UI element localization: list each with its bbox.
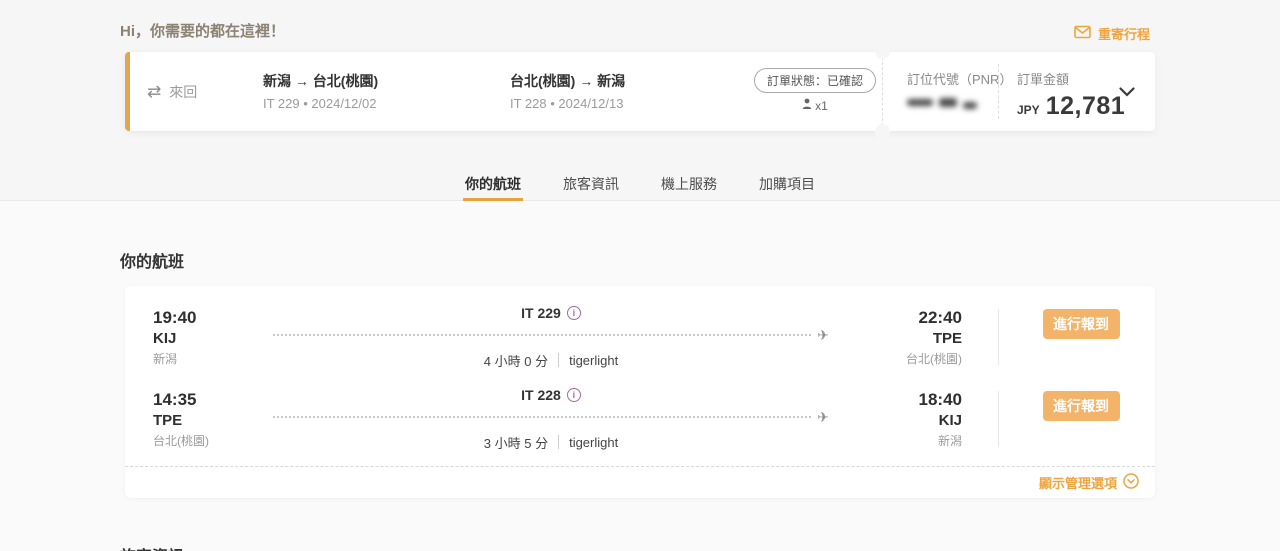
info-icon[interactable]: i: [567, 388, 581, 402]
tab-onboard-services[interactable]: 機上服務: [659, 168, 719, 201]
trip-type-label: 來回: [169, 82, 197, 102]
tab-addons[interactable]: 加購項目: [757, 168, 817, 201]
arrival-block: 22:40 TPE 台北(桃園): [857, 308, 962, 367]
fare-brand: tigerlight: [569, 435, 618, 450]
status-badge: 訂單狀態：已確認: [754, 68, 876, 93]
circle-chevron-down-icon: [1123, 473, 1139, 492]
pnr-value-redacted: [907, 96, 1025, 109]
flight-row-outbound: 19:40 KIJ 新潟 IT 229 i ✈ 4 小時 0 分 tigerli…: [125, 296, 1155, 378]
departure-airport-code: KIJ: [153, 330, 255, 347]
departure-time: 19:40: [153, 308, 255, 328]
show-manage-options-link[interactable]: 顯示管理選項: [125, 467, 1155, 498]
booking-summary-bar: ⇄ 來回 新潟 → 台北(桃園) IT 229 • 2024/12/02 台北(…: [125, 52, 1155, 131]
envelope-icon: [1074, 25, 1091, 42]
departure-airport-code: TPE: [153, 412, 255, 429]
ticket-perforation: [882, 52, 883, 131]
row-divider: [998, 309, 999, 365]
flight-dotted-line: ✈: [273, 409, 829, 426]
resend-itinerary-button[interactable]: 重寄行程: [1074, 24, 1150, 43]
arrival-time: 22:40: [857, 308, 962, 328]
segment-route: 新潟 → 台北(桃園): [263, 71, 378, 91]
redaction-blob: [939, 98, 957, 107]
arrival-city: 台北(桃園): [857, 350, 962, 367]
flight-dotted-line: ✈: [273, 327, 829, 344]
person-icon: [802, 98, 812, 113]
flight-path-block: IT 228 i ✈ 3 小時 5 分 tigerlight: [255, 387, 857, 452]
currency-code: JPY: [1017, 103, 1040, 117]
arrival-time: 18:40: [857, 390, 962, 410]
order-amount-block: 訂單金額 JPY 12,781: [1017, 69, 1125, 121]
checkin-button[interactable]: 進行報到: [1043, 309, 1120, 339]
flight-duration: 3 小時 5 分: [484, 433, 548, 452]
manage-options-label: 顯示管理選項: [1039, 473, 1117, 492]
airplane-icon: ✈: [817, 327, 829, 344]
flight-number: IT 229: [521, 305, 561, 321]
section-tabs: 你的航班 旅客資訊 機上服務 加購項目: [0, 168, 1280, 201]
passenger-count: x1: [740, 98, 890, 113]
flights-section-title: 你的航班: [120, 248, 184, 272]
tab-your-flights[interactable]: 你的航班: [463, 168, 523, 201]
resend-itinerary-label: 重寄行程: [1098, 24, 1150, 43]
amount-value: 12,781: [1046, 92, 1125, 121]
duration-divider: [558, 435, 559, 449]
departure-city: 台北(桃園): [153, 432, 255, 449]
tab-passenger-info[interactable]: 旅客資訊: [561, 168, 621, 201]
summary-accent-bar: [125, 52, 130, 131]
airplane-icon: ✈: [817, 409, 829, 426]
segment-return: 台北(桃園) → 新潟 IT 228 • 2024/12/13: [510, 71, 625, 111]
summary-divider: [998, 64, 999, 119]
swap-arrows-icon: ⇄: [147, 82, 161, 102]
row-divider: [998, 391, 999, 447]
amount-label: 訂單金額: [1017, 69, 1125, 88]
arrival-city: 新潟: [857, 432, 962, 449]
departure-city: 新潟: [153, 350, 255, 367]
redaction-blob: [907, 99, 933, 106]
order-status-block: 訂單狀態：已確認 x1: [740, 68, 890, 113]
fare-brand: tigerlight: [569, 353, 618, 368]
flight-number: IT 228: [521, 387, 561, 403]
arrival-airport-code: KIJ: [857, 412, 962, 429]
greeting-title: Hi，你需要的都在這裡！: [120, 20, 285, 41]
arrival-block: 18:40 KIJ 新潟: [857, 390, 962, 449]
checkin-button[interactable]: 進行報到: [1043, 391, 1120, 421]
pnr-block: 訂位代號（PNR）: [907, 69, 1025, 109]
duration-divider: [558, 353, 559, 367]
passenger-info-section-title: 旅客資訊: [120, 543, 184, 551]
segment-outbound: 新潟 → 台北(桃園) IT 229 • 2024/12/02: [263, 71, 378, 111]
flight-row-return: 14:35 TPE 台北(桃園) IT 228 i ✈ 3 小時 5 分 tig…: [125, 378, 1155, 460]
chevron-down-icon[interactable]: [1119, 84, 1135, 102]
segment-detail: IT 228 • 2024/12/13: [510, 96, 625, 111]
arrival-airport-code: TPE: [857, 330, 962, 347]
segment-detail: IT 229 • 2024/12/02: [263, 96, 378, 111]
info-icon[interactable]: i: [567, 306, 581, 320]
trip-type: ⇄ 來回: [147, 52, 197, 131]
booking-manage-page: Hi，你需要的都在這裡！ 重寄行程 ⇄ 來回 新潟 → 台北(桃園) IT 22…: [0, 0, 1280, 551]
segment-route: 台北(桃園) → 新潟: [510, 71, 625, 91]
pnr-label: 訂位代號（PNR）: [907, 69, 1025, 88]
flights-card: 19:40 KIJ 新潟 IT 229 i ✈ 4 小時 0 分 tigerli…: [125, 286, 1155, 498]
redaction-blob: [963, 102, 977, 109]
departure-block: 19:40 KIJ 新潟: [125, 308, 255, 367]
departure-time: 14:35: [153, 390, 255, 410]
passenger-count-label: x1: [815, 99, 828, 113]
flight-path-block: IT 229 i ✈ 4 小時 0 分 tigerlight: [255, 305, 857, 370]
departure-block: 14:35 TPE 台北(桃園): [125, 390, 255, 449]
flight-duration: 4 小時 0 分: [484, 351, 548, 370]
